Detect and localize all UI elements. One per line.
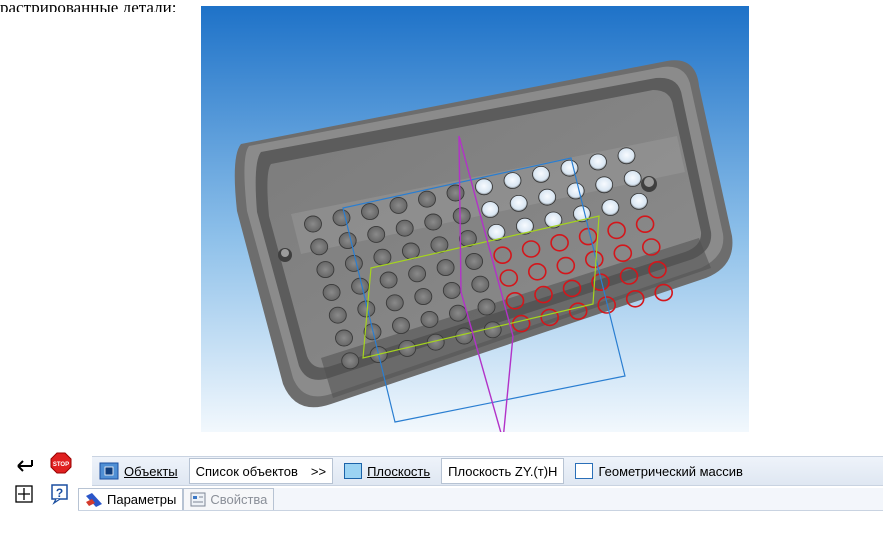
through-hole — [509, 194, 528, 212]
object-list-arrow: >> — [310, 463, 327, 479]
objects-button[interactable]: Объекты — [92, 458, 185, 484]
object-list-button[interactable]: Список объектов >> — [188, 458, 334, 484]
stop-icon[interactable]: STOP — [50, 452, 72, 474]
through-hole — [595, 176, 614, 194]
parameters-icon — [86, 492, 102, 507]
hole-preview — [389, 196, 408, 214]
through-hole — [566, 182, 585, 200]
through-hole — [623, 170, 642, 188]
through-hole — [532, 165, 550, 183]
hole-preview — [341, 352, 360, 370]
hole-preview — [414, 288, 433, 306]
3d-model-view[interactable] — [201, 6, 749, 432]
hole-preview — [430, 236, 449, 254]
objects-label: Объекты — [124, 463, 178, 479]
tab-parameters-label: Параметры — [107, 492, 177, 507]
hole-preview — [322, 283, 341, 301]
hole-preview — [436, 259, 455, 277]
hole-preview — [477, 298, 496, 316]
tab-parameters[interactable]: Параметры — [78, 488, 184, 510]
through-hole — [538, 188, 557, 206]
enter-icon[interactable] — [14, 454, 38, 476]
objects-icon — [99, 462, 119, 480]
tab-bar: Параметры Свойства — [78, 488, 883, 511]
properties-icon — [190, 492, 206, 507]
array-label: Геометрический массив — [598, 463, 743, 479]
array-checkbox-icon — [575, 463, 594, 479]
hole-preview — [367, 225, 386, 243]
hole-preview — [316, 261, 335, 279]
hole-preview — [424, 213, 443, 231]
hole-preview — [418, 190, 436, 208]
hole-preview — [361, 203, 379, 221]
hole-preview — [328, 306, 347, 324]
plane-label: Плоскость — [367, 463, 431, 479]
through-hole — [629, 192, 648, 210]
document-text: растрированные детали: — [0, 0, 177, 17]
hole-preview — [344, 254, 363, 272]
property-toolbar: STOP ? Объекты Список объектов >> Плоско… — [0, 446, 885, 533]
plane-icon — [344, 463, 363, 479]
hole-preview — [373, 248, 392, 266]
hole-preview — [420, 310, 439, 328]
hole-preview — [385, 294, 404, 312]
hole-preview — [483, 321, 502, 339]
hole-preview — [398, 339, 417, 357]
help-icon[interactable]: ? — [50, 483, 70, 505]
through-hole — [589, 153, 607, 171]
hole-preview — [335, 329, 353, 347]
hole-preview — [446, 184, 465, 202]
hole-preview — [310, 238, 329, 256]
hole-preview — [379, 271, 398, 289]
fit-view-icon[interactable] — [14, 484, 34, 504]
through-hole — [481, 201, 500, 219]
hole-preview — [304, 215, 322, 233]
hole-preview — [449, 304, 467, 322]
plane-button[interactable]: Плоскость — [337, 458, 437, 484]
hole-preview — [395, 219, 414, 237]
svg-text:STOP: STOP — [53, 462, 69, 468]
model-viewport[interactable] — [201, 6, 749, 432]
hole-preview — [332, 209, 351, 227]
tab-properties-label: Свойства — [210, 492, 268, 507]
hole-preview — [401, 242, 420, 260]
through-hole — [617, 147, 636, 165]
hole-preview — [408, 265, 427, 283]
hole-preview — [338, 232, 357, 250]
tab-properties[interactable]: Свойства — [183, 488, 275, 510]
svg-text:?: ? — [56, 486, 63, 500]
through-hole — [503, 172, 522, 190]
hole-preview — [392, 317, 410, 335]
hole-preview — [465, 252, 484, 270]
through-hole — [601, 199, 620, 217]
hole-preview — [442, 281, 461, 299]
geometric-array-button[interactable]: Геометрический массив — [568, 458, 749, 484]
toolbar-row-objects: Объекты Список объектов >> Плоскость Пло… — [92, 456, 883, 486]
hole-preview — [471, 275, 490, 293]
hole-preview — [452, 207, 471, 225]
object-list-label: Список объектов — [195, 463, 298, 479]
plane-value-field[interactable]: Плоскость ZY.(т)Н — [441, 458, 565, 484]
through-hole — [475, 178, 493, 196]
plane-value: Плоскость ZY.(т)Н — [448, 463, 558, 479]
